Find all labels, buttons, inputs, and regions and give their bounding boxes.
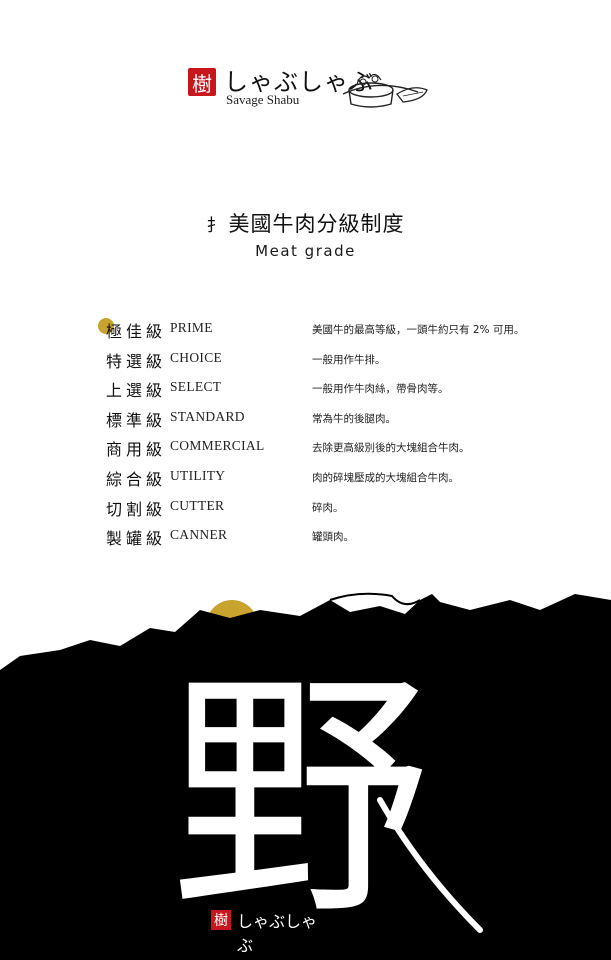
grade-en: CANNER [170,527,228,543]
grade-zh: 綜合級 [106,469,167,489]
grade-en: PRIME [170,320,213,335]
grade-row: 切割級 CUTTER 碎肉。 [106,494,566,524]
brand-logo: 樹 しゃぶしゃぶ Savage Shabu [188,60,438,116]
title-zh: 美國牛肉分級制度 [228,212,405,236]
grade-zh: 商用級 [106,440,167,460]
grade-desc: 一般用作牛肉絲，帶骨肉等。 [312,383,449,396]
grade-row: 極佳級 PRIME 美國牛的最高等級，一頭牛約只有 2% 可用。 [106,316,566,346]
grade-en: SELECT [170,379,222,395]
footer-seal-stamp: 樹 [211,910,231,930]
grade-desc: 罐頭肉。 [312,531,354,544]
grade-zh: 極佳級 [106,322,167,341]
grade-zh: 標準級 [106,410,167,430]
grade-desc: 美國牛的最高等級，一頭牛約只有 2% 可用。 [312,324,525,336]
grade-en: CHOICE [170,349,223,365]
page-title: ⺘ 美國牛肉分級制度 Meat grade [0,208,611,260]
grade-desc: 肉的碎塊壓成的大塊組合牛肉。 [312,471,459,484]
title-en: Meat grade [255,242,356,260]
grade-row: 製罐級 CANNER 罐頭肉。 [106,523,566,553]
brand-name-en: Savage Shabu [226,92,300,107]
seal-stamp: 樹 [188,68,216,96]
calligraphy-character: 野 [170,648,430,950]
grade-desc: 碎肉。 [312,501,344,514]
grade-zh: 切割級 [106,499,167,519]
grade-row: 綜合級 UTILITY 肉的碎塊壓成的大塊組合牛肉。 [106,464,566,494]
grade-en: CUTTER [170,497,225,513]
footer-logo: 樹 しゃぶしゃぶ [211,908,321,955]
title-ornament-icon: ⺘ [206,215,225,236]
grade-en: STANDARD [170,408,245,424]
grade-desc: 去除更高級別後的大塊組合牛肉。 [312,442,470,455]
grade-row: 標準級 STANDARD 常為牛的後腿肉。 [106,405,566,435]
grade-en: UTILITY [170,467,226,483]
grade-zh: 上選級 [106,381,167,401]
grade-zh: 製罐級 [106,529,167,549]
grade-desc: 常為牛的後腿肉。 [312,412,396,425]
footer-brand-name: しゃぶしゃぶ [237,912,318,955]
hotpot-illustration-icon [342,73,428,108]
grade-en: COMMERCIAL [170,438,265,454]
grade-desc: 一般用作牛排。 [312,353,386,366]
grade-row: 上選級 SELECT 一般用作牛肉絲，帶骨肉等。 [106,375,566,405]
grade-row: 特選級 CHOICE 一般用作牛排。 [106,346,566,376]
grade-list: 極佳級 PRIME 美國牛的最高等級，一頭牛約只有 2% 可用。 特選級 CHO… [106,316,566,553]
grade-row: 商用級 COMMERCIAL 去除更高級別後的大塊組合牛肉。 [106,434,566,464]
grade-zh: 特選級 [106,351,167,371]
ink-landscape: 野 [0,592,611,960]
